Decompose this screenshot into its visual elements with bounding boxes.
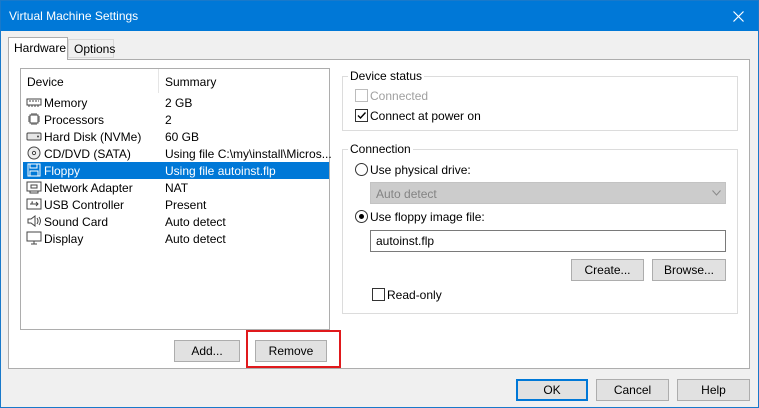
connect-at-power-on-label: Connect at power on xyxy=(370,109,481,123)
connection-title: Connection xyxy=(348,142,413,156)
device-name: Network Adapter xyxy=(44,181,133,195)
device-summary: 60 GB xyxy=(165,130,200,144)
ok-button[interactable]: OK xyxy=(516,379,588,401)
column-divider[interactable] xyxy=(158,69,159,93)
device-name: Display xyxy=(44,232,84,246)
usb-icon xyxy=(26,198,42,210)
device-summary: Using file autoinst.flp xyxy=(165,164,276,178)
column-header-device[interactable]: Device xyxy=(27,75,64,89)
device-row-usb-controller[interactable]: USB Controller Present xyxy=(23,196,329,213)
memory-icon xyxy=(26,98,42,107)
device-summary: NAT xyxy=(165,181,189,195)
device-row-floppy[interactable]: Floppy Using file autoinst.flp xyxy=(23,162,329,179)
floppy-icon xyxy=(27,163,41,177)
column-header-summary[interactable]: Summary xyxy=(165,75,216,89)
physical-drive-value: Auto detect xyxy=(376,187,437,201)
device-name: USB Controller xyxy=(44,198,125,212)
checkmark-icon xyxy=(357,112,367,120)
device-row-memory[interactable]: Memory 2 GB xyxy=(23,94,329,111)
device-row-display[interactable]: Display Auto detect xyxy=(23,230,329,247)
connect-at-power-on-checkbox[interactable] xyxy=(355,109,368,122)
device-summary: Auto detect xyxy=(165,232,226,246)
speaker-icon xyxy=(27,215,41,227)
device-summary: Using file C:\my\install\Micros... xyxy=(165,147,332,161)
device-status-title: Device status xyxy=(348,69,425,83)
physical-drive-select[interactable]: Auto detect xyxy=(370,182,726,204)
read-only-checkbox[interactable] xyxy=(372,288,385,301)
device-summary: Present xyxy=(165,198,207,212)
display-icon xyxy=(26,231,42,245)
cancel-button[interactable]: Cancel xyxy=(596,379,669,401)
close-button[interactable] xyxy=(718,1,758,31)
window-title: Virtual Machine Settings xyxy=(9,9,139,23)
device-row-processors[interactable]: Processors 2 xyxy=(23,111,329,128)
browse-image-button[interactable]: Browse... xyxy=(652,259,726,281)
device-row-sound-card[interactable]: Sound Card Auto detect xyxy=(23,213,329,230)
connected-checkbox[interactable] xyxy=(355,89,368,102)
device-name: CD/DVD (SATA) xyxy=(44,147,131,161)
device-name: Floppy xyxy=(44,164,81,178)
title-bar: Virtual Machine Settings xyxy=(1,1,758,31)
cd-dvd-icon xyxy=(27,146,41,160)
add-device-button[interactable]: Add... xyxy=(174,340,240,362)
close-icon xyxy=(732,10,744,22)
device-name: Hard Disk (NVMe) xyxy=(44,130,142,144)
remove-highlight-annotation xyxy=(246,330,341,368)
processor-icon xyxy=(28,113,40,125)
device-summary: Auto detect xyxy=(165,215,226,229)
device-row-cd-dvd[interactable]: CD/DVD (SATA) Using file C:\my\install\M… xyxy=(23,145,332,162)
help-button[interactable]: Help xyxy=(677,379,750,401)
tab-options[interactable]: Options xyxy=(68,39,115,58)
use-floppy-image-label: Use floppy image file: xyxy=(370,210,485,224)
device-summary: 2 xyxy=(165,113,172,127)
device-row-network-adapter[interactable]: Network Adapter NAT xyxy=(23,179,329,196)
use-floppy-image-radio[interactable] xyxy=(355,210,368,223)
create-image-button[interactable]: Create... xyxy=(571,259,644,281)
device-list[interactable]: Device Summary Memory 2 GB Processors 2 … xyxy=(20,68,332,330)
hard-disk-icon xyxy=(26,132,42,141)
chevron-down-icon xyxy=(712,190,721,196)
list-header: Device Summary xyxy=(21,69,329,93)
device-name: Sound Card xyxy=(44,215,109,229)
device-name: Processors xyxy=(44,113,105,127)
use-physical-drive-label: Use physical drive: xyxy=(370,163,471,177)
floppy-image-path-input[interactable] xyxy=(370,230,726,252)
connected-label: Connected xyxy=(370,89,429,103)
tab-hardware[interactable]: Hardware xyxy=(8,37,68,60)
device-row-hard-disk[interactable]: Hard Disk (NVMe) 60 GB xyxy=(23,128,329,145)
network-adapter-icon xyxy=(26,181,42,194)
read-only-label: Read-only xyxy=(387,288,442,302)
radio-selected-dot xyxy=(359,214,364,219)
device-summary: 2 GB xyxy=(165,96,193,110)
device-name: Memory xyxy=(44,96,88,110)
use-physical-drive-radio[interactable] xyxy=(355,163,368,176)
